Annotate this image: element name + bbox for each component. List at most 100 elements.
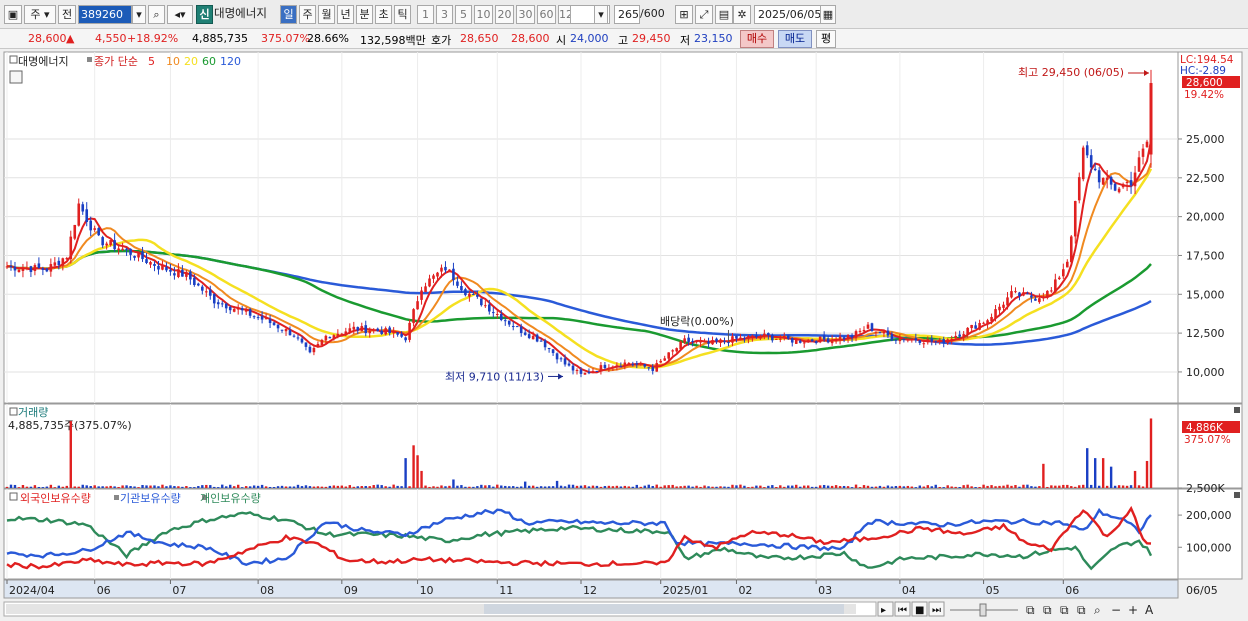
period-tab[interactable]: 분 [356,5,373,24]
candle-body [133,255,136,258]
interval-button[interactable]: 10 [474,5,493,24]
volume-bar [1117,485,1121,488]
candle-body [954,335,957,339]
period-tab[interactable]: 틱 [394,5,411,24]
candle-body [97,228,100,236]
candle-body [220,303,224,305]
code-dropdown-icon[interactable]: ▾ [132,5,146,24]
volume-bar [787,485,790,488]
candle-body [177,269,180,278]
candle-body [731,336,734,343]
draw-tool-icon[interactable]: ⤢ [695,5,713,24]
open-label: 시 [556,34,567,47]
candle-body [1137,157,1141,172]
volume-bar [906,485,910,488]
period-tab[interactable]: 월 [318,5,335,24]
candle-body [1141,148,1145,157]
candle-body [336,333,340,337]
volume-bar [456,485,459,488]
change-percent: +18.92% [127,32,179,45]
volume-bar [699,486,702,488]
volume-bar [567,484,571,488]
turnover: 28.66% [307,32,349,45]
volume-bar [189,487,192,488]
layout-icon[interactable]: ▣ [4,5,22,24]
candle-body [747,336,750,339]
volume-bar [539,486,543,488]
period-tab[interactable]: 년 [337,5,354,24]
volume-bar [21,485,25,488]
buy-button[interactable]: 매수 [740,30,774,48]
volume-bar [818,485,822,488]
layout-3-icon: ⧉ [1060,603,1069,617]
candle-body [519,326,523,334]
date-input[interactable]: 2025/06/05 [754,5,822,24]
prev-button[interactable]: 전 [58,5,76,24]
candle-body [488,304,491,312]
volume-bar [1034,486,1037,488]
candle-body [866,324,870,329]
volume-bar [388,486,391,488]
volume-bar [523,481,527,488]
volume-bar [531,485,535,488]
candle-body [1054,279,1057,293]
interval-button[interactable]: 1 [417,5,434,24]
candle-body [882,331,886,334]
candle-body [149,262,152,265]
save-icon[interactable]: ▤ [715,5,733,24]
stock-chart[interactable]: 25,000 22,500 20,000 17,500 15,000 12,500 10,0… [0,50,1248,621]
candle-body [611,366,615,368]
period-tab[interactable]: 초 [375,5,392,24]
x-tick-label: 2025/01 [663,584,709,597]
sell-button[interactable]: 매도 [778,30,812,48]
interval-button[interactable]: 30 [516,5,535,24]
calendar-icon[interactable]: ▦ [820,5,836,24]
candle-body [404,337,407,341]
candle-body [527,334,531,339]
stock-code-input[interactable]: 389260 [78,5,132,24]
count-input[interactable]: 265 [614,5,640,24]
search-icon[interactable]: ⌕ [148,5,165,24]
candle-body [735,335,738,339]
indicator-icon[interactable]: ⊞ [675,5,693,24]
volume-bar [583,485,587,488]
current-price-tag-label: 28,600 [1186,77,1223,89]
market-select[interactable]: 주 ▾ [24,5,56,24]
interval-dropdown-icon[interactable]: ▾ [594,5,608,24]
candle-body [491,312,495,314]
interval-button[interactable]: 3 [436,5,453,24]
holdings-tick-label: 200,000 [1186,509,1232,522]
candle-body [264,318,268,320]
candle-body [1145,141,1149,148]
volume-bar [332,485,336,488]
volume-bar [165,486,168,488]
period-tab[interactable]: 주 [299,5,316,24]
settings-icon[interactable]: ✲ [733,5,751,24]
candle-body [5,266,9,268]
candle-body [252,316,256,318]
candle-body [671,350,674,352]
volume-bar [866,485,870,488]
candle-body [778,338,782,340]
candle-body [236,308,240,310]
interval-button[interactable]: 20 [495,5,514,24]
average-button[interactable]: 평 [816,30,836,48]
period-tab[interactable]: 일 [280,5,297,24]
candle-body [380,330,383,334]
interval-button[interactable]: 5 [455,5,472,24]
volume-bar [252,485,256,488]
volume-bar [1014,485,1017,488]
candle-body [794,339,798,344]
volume-bar [759,485,762,488]
volume-bar [344,486,348,488]
volume-bar [1125,485,1129,488]
volume-bar [105,486,108,488]
candle-body [348,328,352,332]
candle-body [121,248,124,250]
volume-bar [61,486,65,488]
speaker-icon[interactable]: ◂▾ [167,5,193,24]
volume-bar [25,486,29,488]
interval-button[interactable]: 60 [537,5,556,24]
volume-bar [1082,484,1085,488]
candle-body [515,326,519,328]
